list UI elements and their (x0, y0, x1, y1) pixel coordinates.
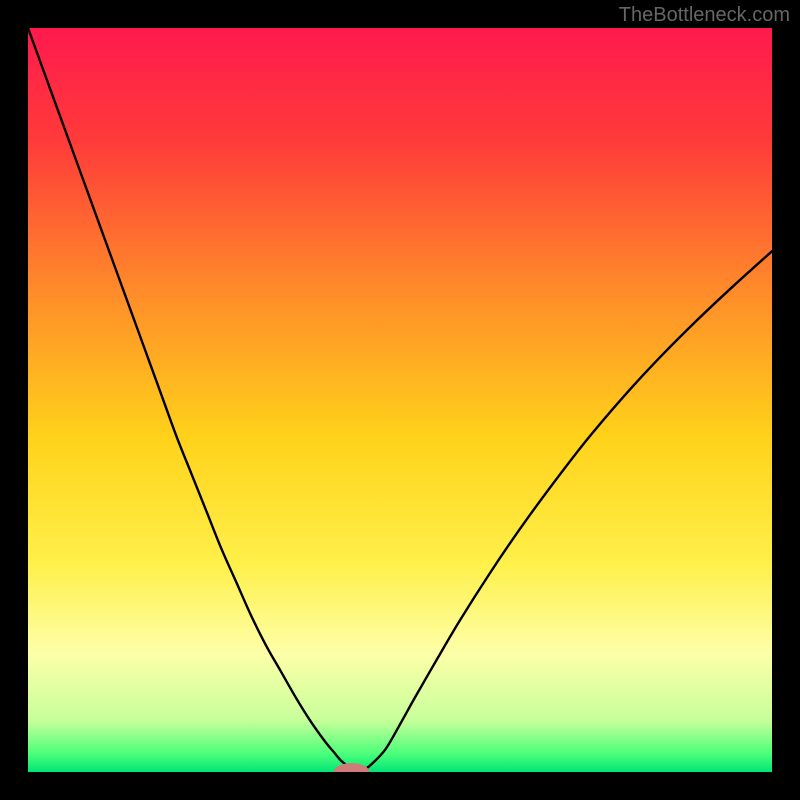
chart-svg (28, 28, 772, 772)
gradient-bg (28, 28, 772, 772)
chart-frame: TheBottleneck.com (0, 0, 800, 800)
plot-area (28, 28, 772, 772)
watermark-text: TheBottleneck.com (619, 4, 790, 27)
